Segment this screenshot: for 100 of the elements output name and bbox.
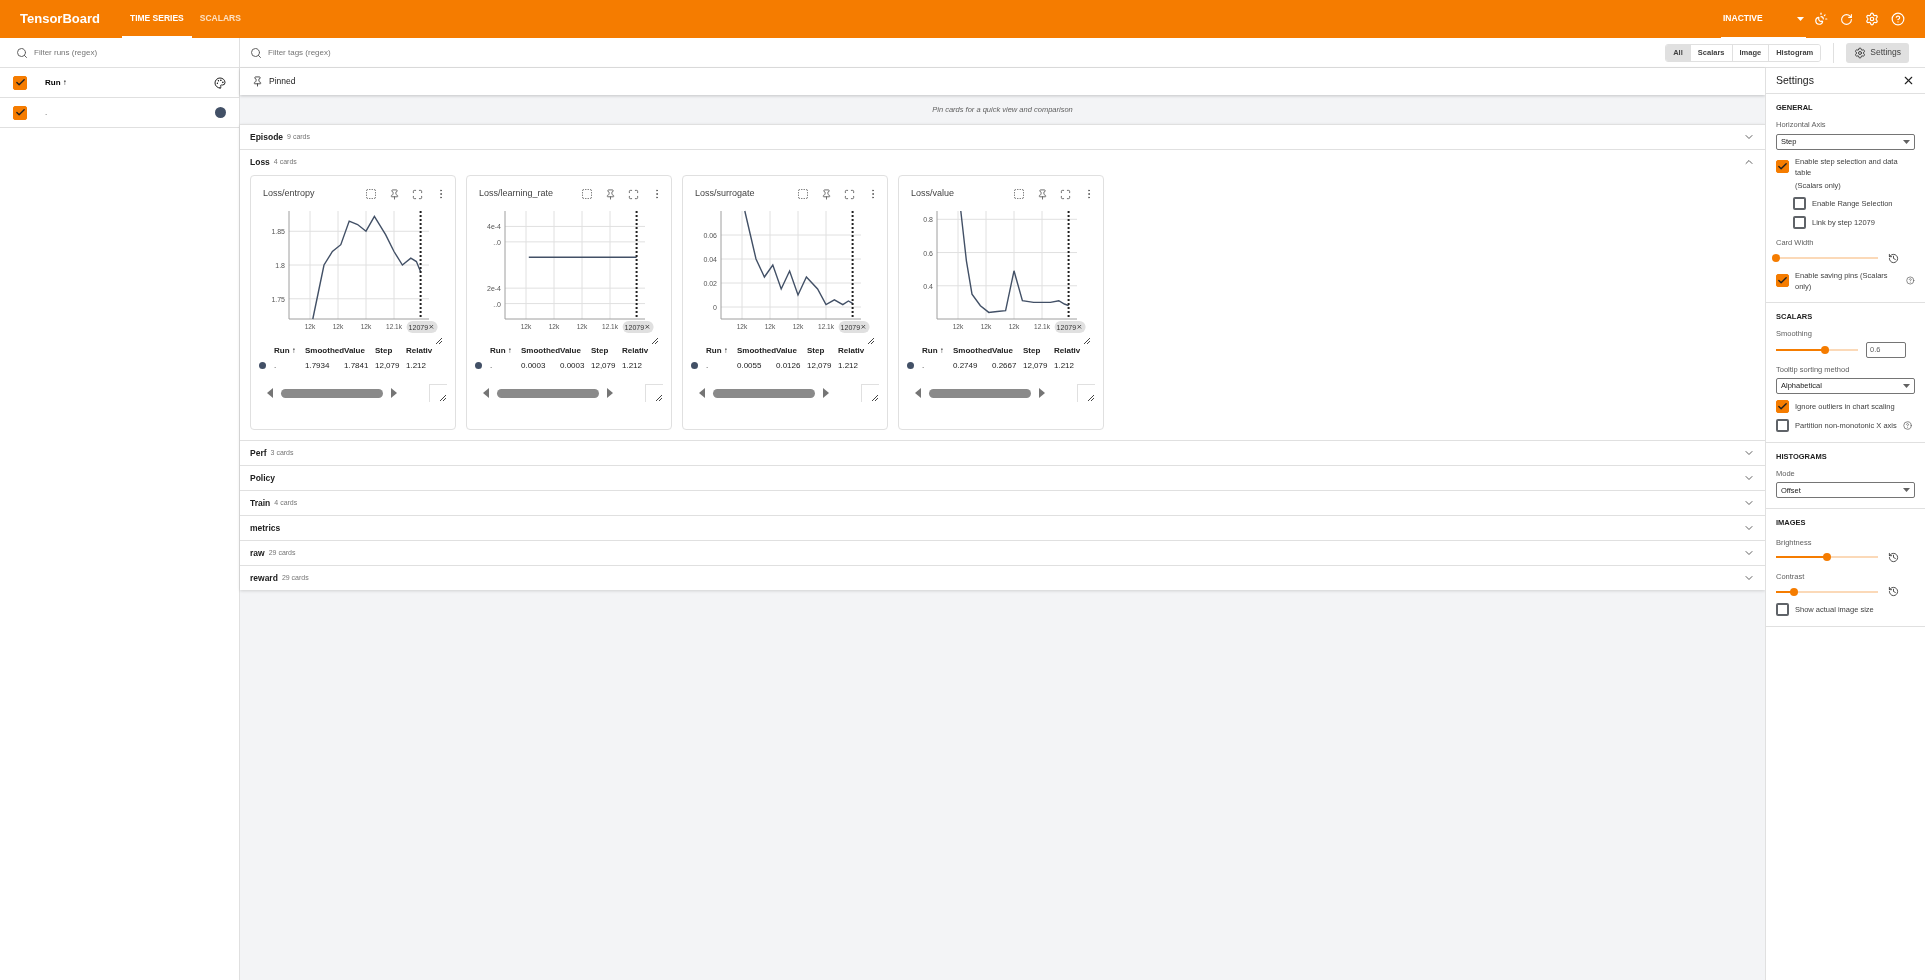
column-header[interactable]: Run ↑ [490, 345, 518, 357]
group-header[interactable]: Policy [240, 466, 1765, 490]
resize-icon[interactable] [1083, 337, 1091, 345]
checkbox[interactable] [1776, 418, 1789, 432]
resize-icon[interactable] [655, 394, 663, 402]
resize-icon[interactable] [1087, 394, 1095, 402]
reset-icon[interactable] [1888, 252, 1899, 264]
checkbox[interactable] [1776, 274, 1789, 288]
group-header[interactable]: metrics [240, 516, 1765, 540]
column-header: Value [992, 345, 1014, 357]
group-name: raw [250, 546, 265, 560]
pin-icon[interactable] [389, 188, 400, 200]
column-header: Step [807, 345, 826, 357]
pin-icon[interactable] [605, 188, 616, 200]
scrollbar-thumb[interactable] [929, 388, 1031, 398]
resize-handle[interactable] [429, 384, 447, 402]
help-icon[interactable] [1902, 420, 1912, 430]
scrollbar-thumb[interactable] [713, 388, 815, 398]
table-cell-text: 1.7934 [305, 360, 331, 372]
column-header[interactable]: Run ↑ [274, 345, 302, 357]
slider-track[interactable] [1776, 344, 1858, 355]
checkbox[interactable] [1793, 216, 1806, 230]
scroll-right-icon[interactable] [823, 388, 829, 398]
resize-handle[interactable] [645, 384, 663, 402]
checkbox[interactable] [1776, 603, 1789, 616]
fullscreen-icon[interactable] [1060, 188, 1071, 200]
table-cell-text: 12,079 [1023, 360, 1049, 372]
fit-domain-icon[interactable] [581, 188, 593, 200]
resize-icon[interactable] [871, 394, 879, 402]
fullscreen-icon[interactable] [628, 188, 639, 200]
palette-icon[interactable] [214, 76, 226, 89]
checkbox[interactable] [13, 75, 27, 90]
slider-thumb[interactable] [1790, 587, 1799, 596]
scroll-right-icon[interactable] [607, 388, 613, 398]
table-cell-text: 0.0003 [521, 360, 547, 372]
resize-icon[interactable] [439, 394, 447, 402]
group-name: Loss [250, 155, 270, 169]
scroll-left-icon[interactable] [267, 388, 273, 398]
scrollbar-thumb[interactable] [497, 388, 599, 398]
slider-thumb[interactable] [1772, 254, 1780, 262]
table-cell-text: . [706, 360, 710, 372]
group-name: metrics [250, 521, 281, 535]
resize-icon[interactable] [867, 337, 875, 345]
table-cell-text: 1.212 [838, 360, 860, 372]
column-header: Step [591, 345, 610, 357]
scroll-right-icon[interactable] [1039, 388, 1045, 398]
slider-track[interactable] [1776, 552, 1878, 563]
dropdown-arrow-icon [1797, 16, 1804, 21]
resize-icon[interactable] [435, 337, 443, 345]
column-header: Relativ [622, 345, 650, 357]
dropdown-arrow-icon [1903, 488, 1910, 493]
fit-domain-icon[interactable] [365, 188, 377, 200]
checkbox[interactable] [1776, 160, 1789, 174]
panel-title: Settings [1776, 72, 1815, 88]
slider-thumb[interactable] [1823, 553, 1831, 562]
run-name: . [45, 106, 49, 119]
table-cell-text: 1.7841 [344, 360, 370, 372]
theme-icon[interactable] [1814, 12, 1828, 26]
fullscreen-icon[interactable] [844, 188, 855, 200]
resize-icon[interactable] [651, 337, 659, 345]
fullscreen-icon[interactable] [412, 188, 423, 200]
settings-button[interactable]: Settings [1846, 42, 1909, 63]
settings-icon[interactable] [1865, 12, 1879, 26]
refresh-icon[interactable] [1840, 12, 1853, 26]
checkbox[interactable] [1776, 399, 1789, 413]
scroll-right-icon[interactable] [391, 388, 397, 398]
column-header[interactable]: Run ↑ [45, 76, 214, 89]
scrollbar-thumb[interactable] [281, 388, 383, 398]
slider-thumb[interactable] [1821, 345, 1830, 354]
table-cell-text: 12,079 [591, 360, 617, 372]
pin-icon[interactable] [821, 188, 832, 200]
scroll-left-icon[interactable] [915, 388, 921, 398]
checkbox[interactable] [1793, 197, 1806, 211]
checkbox[interactable] [13, 105, 27, 120]
column-header: Value [560, 345, 582, 357]
resize-handle[interactable] [1077, 384, 1095, 402]
search-icon [16, 46, 28, 59]
column-header: Value [776, 345, 798, 357]
dropdown-arrow-icon [1903, 139, 1910, 144]
scroll-left-icon[interactable] [699, 388, 705, 398]
pin-icon[interactable] [1037, 188, 1048, 200]
slider-track[interactable] [1776, 586, 1878, 597]
table-cell-text: . [274, 360, 278, 372]
scroll-left-icon[interactable] [483, 388, 489, 398]
reset-icon[interactable] [1888, 586, 1899, 597]
tags-filter-field[interactable]: Filter tags (regex) [250, 46, 1666, 59]
reset-icon[interactable] [1888, 551, 1899, 563]
fit-domain-icon[interactable] [1013, 188, 1025, 200]
runs-filter-field[interactable]: Filter runs (regex) [0, 38, 239, 68]
help-icon[interactable] [1906, 276, 1915, 286]
table-cell-text: 0.0126 [776, 360, 802, 372]
column-header[interactable]: Run ↑ [706, 345, 734, 357]
resize-handle[interactable] [861, 384, 879, 402]
table-cell-text: 1.212 [1054, 360, 1076, 372]
pin-icon [252, 76, 263, 87]
table-cell-text: 1.212 [622, 360, 644, 372]
table-cell-text: 1.212 [406, 360, 428, 372]
fit-domain-icon[interactable] [797, 188, 809, 200]
close-icon[interactable] [1902, 74, 1915, 87]
column-header[interactable]: Run ↑ [922, 345, 950, 357]
